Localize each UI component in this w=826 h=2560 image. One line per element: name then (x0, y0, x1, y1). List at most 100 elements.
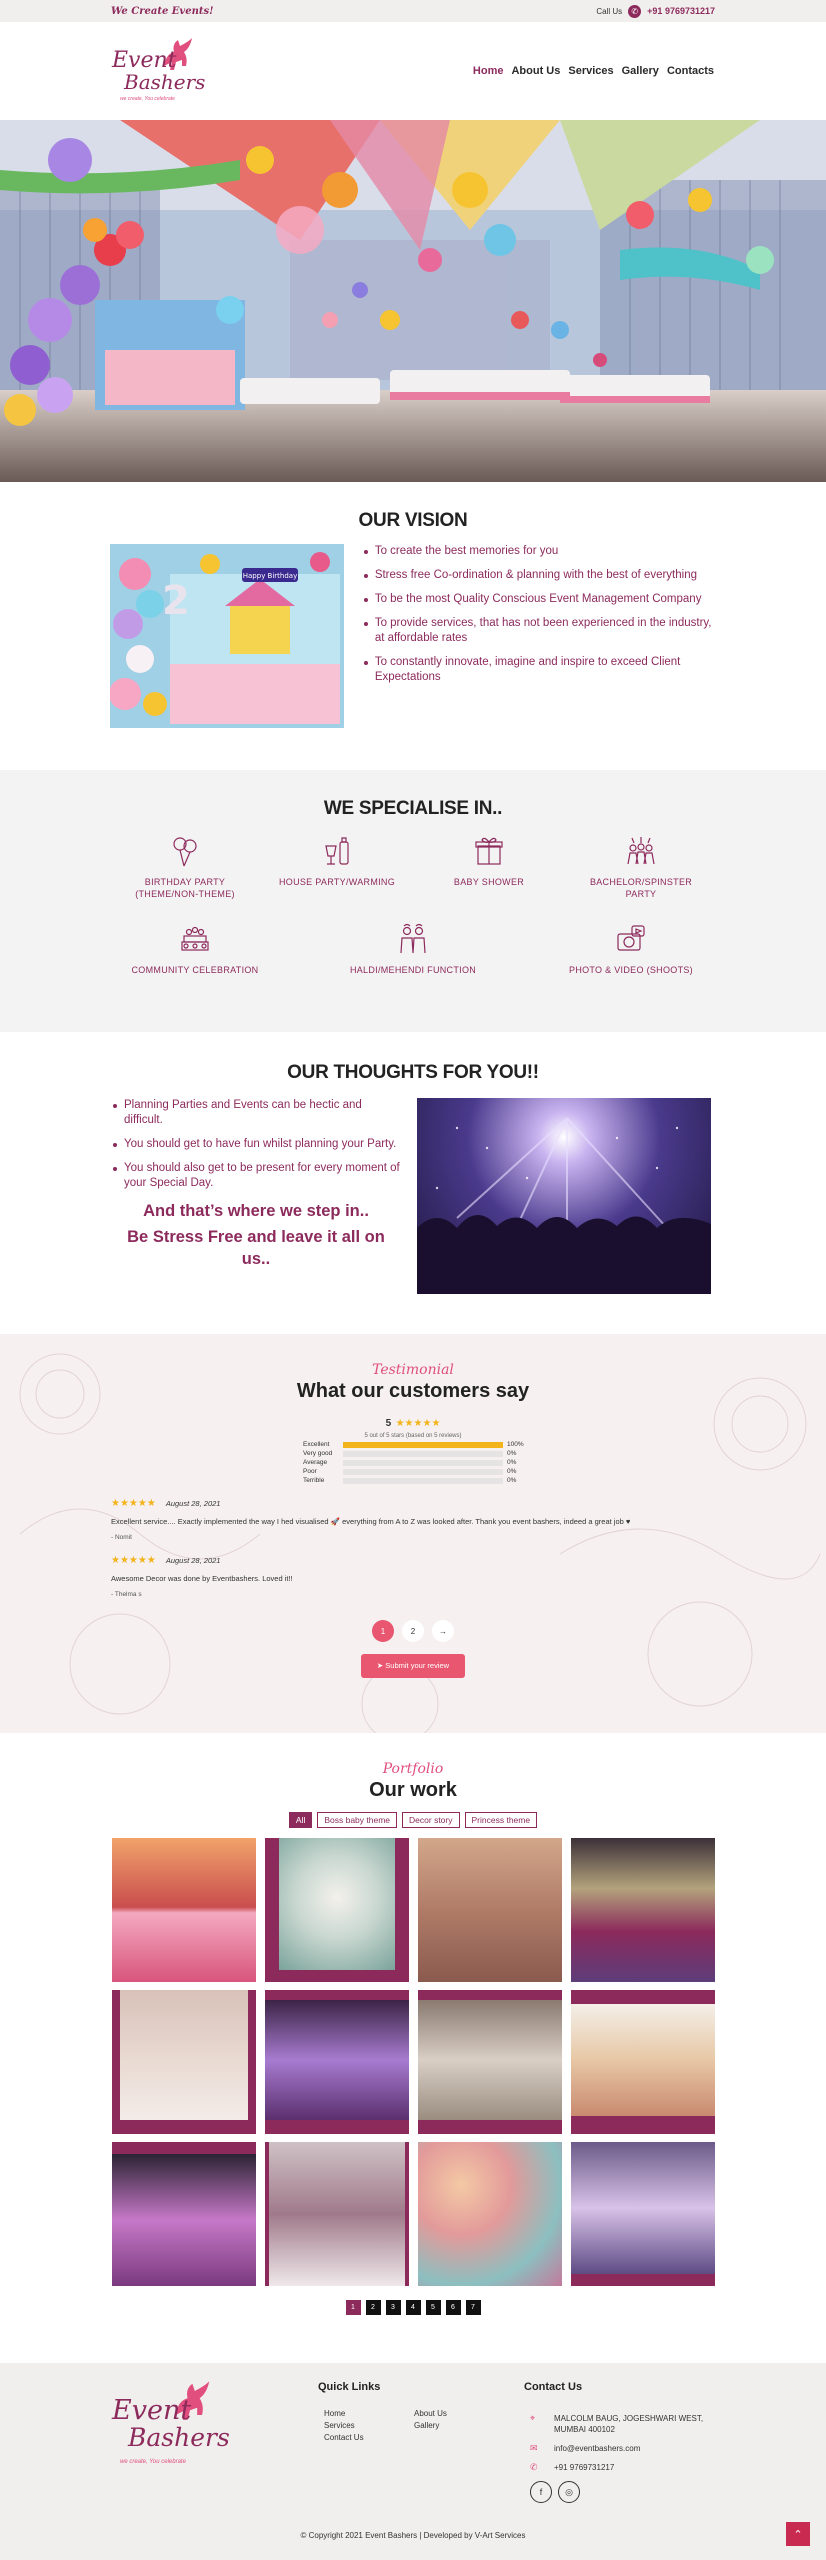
portfolio-tile[interactable] (417, 2142, 562, 2286)
review-text: Awesome Decor was done by Eventbashers. … (111, 1574, 293, 1583)
footer-link-about[interactable]: About Us (414, 2409, 494, 2418)
service-birthday[interactable]: BIRTHDAY PARTY (THEME/NON-THEME) (120, 834, 250, 900)
portfolio-grid (0, 1838, 826, 2286)
send-icon: ➤ (376, 1661, 384, 1670)
service-label: BABY SHOWER (453, 877, 525, 887)
filter-boss-baby[interactable]: Boss baby theme (317, 1812, 398, 1828)
vision-point: To create the best memories for you (362, 544, 716, 559)
vision-title: OUR VISION (358, 510, 468, 531)
site-header: Event Bashers we create, You celebrate H… (0, 22, 826, 120)
facebook-icon[interactable]: f (530, 2481, 552, 2503)
filter-all[interactable]: All (288, 1812, 313, 1828)
service-label: PHOTO & VIDEO (SHOOTS) (569, 965, 693, 975)
footer-email[interactable]: info@eventbashers.com (554, 2443, 640, 2454)
thoughts-section: OUR THOUGHTS FOR YOU!! Planning Parties … (0, 1032, 826, 1334)
service-bachelor[interactable]: BACHELOR/SPINSTER PARTY (576, 834, 706, 900)
contact-title: Contact Us (524, 2381, 583, 2393)
review-next-page[interactable]: → (432, 1620, 454, 1642)
nav-contacts[interactable]: Contacts (667, 65, 714, 77)
banner-text: Happy Birthday (243, 572, 298, 580)
portfolio-tile[interactable] (417, 1838, 562, 1982)
service-label: BIRTHDAY PARTY (THEME/NON-THEME) (135, 877, 235, 899)
portfolio-tile[interactable] (111, 2142, 256, 2286)
footer-link-contact[interactable]: Contact Us (324, 2433, 414, 2442)
nav-gallery[interactable]: Gallery (622, 65, 659, 77)
top-tagline: We Create Events! (111, 5, 214, 17)
community-icon (181, 926, 209, 951)
portfolio-page-4[interactable]: 4 (405, 2300, 421, 2315)
portfolio-page-6[interactable]: 6 (445, 2300, 461, 2315)
review-item: ★★★★★ August 28, 2021 Awesome Decor was d… (0, 1555, 826, 1598)
submit-review-button[interactable]: ➤ Submit your review (361, 1654, 465, 1678)
footer-logo[interactable]: Event Bashers we create, You celebrate (110, 2381, 230, 2481)
rating-bar-track (343, 1441, 503, 1448)
review-date: August 28, 2021 (165, 1556, 221, 1565)
service-haldi[interactable]: HALDI/MEHENDI FUNCTION (348, 922, 478, 976)
hero-balloon-hall-illustration (0, 120, 826, 482)
portfolio-page-2[interactable]: 2 (365, 2300, 381, 2315)
chevron-up-icon: ⌃ (793, 2528, 803, 2541)
footer-link-gallery[interactable]: Gallery (414, 2421, 494, 2430)
rating-bar-percent: 0% (507, 1477, 517, 1484)
service-baby-shower[interactable]: BABY SHOWER (424, 834, 554, 900)
instagram-icon[interactable]: ◎ (558, 2481, 580, 2503)
birthday-setup-illustration: Happy Birthday 2 (110, 544, 344, 728)
footer-logo-word-2: Bashers (128, 2423, 230, 2452)
top-bar: We Create Events! Call Us ✆ +91 97697312… (0, 0, 826, 22)
concert-crowd-illustration (417, 1117, 711, 1294)
service-house-party[interactable]: HOUSE PARTY/WARMING (272, 834, 402, 900)
nav-about[interactable]: About Us (511, 65, 560, 77)
testimonial-title: What our customers say (296, 1380, 530, 1402)
review-author: - Nomit (111, 1534, 132, 1541)
vision-point: To provide services, that has not been e… (362, 616, 716, 646)
review-item: ★★★★★ August 28, 2021 Excellent service..… (0, 1498, 826, 1541)
review-author: - Thelma s (111, 1591, 142, 1598)
rating-bar-percent: 100% (507, 1441, 524, 1448)
portfolio-page-7[interactable]: 7 (465, 2300, 481, 2315)
portfolio-tile[interactable] (264, 1990, 409, 2134)
portfolio-page-3[interactable]: 3 (385, 2300, 401, 2315)
phone-icon: ✆ (530, 2462, 538, 2472)
portfolio-tile[interactable] (570, 1838, 715, 1982)
nav-services[interactable]: Services (568, 65, 613, 77)
svg-text:2: 2 (162, 578, 190, 624)
portfolio-page-5[interactable]: 5 (425, 2300, 441, 2315)
portfolio-tile[interactable] (570, 2142, 715, 2286)
rating-bar-track (343, 1477, 503, 1484)
thoughts-points: Planning Parties and Events can be hecti… (111, 1098, 401, 1191)
camera-icon (617, 925, 645, 951)
nav-home[interactable]: Home (473, 65, 504, 77)
review-stars-icon: ★★★★★ (111, 1555, 156, 1566)
footer-link-home[interactable]: Home (324, 2409, 414, 2418)
filter-decor-story[interactable]: Decor story (402, 1812, 460, 1828)
rating-bar-row: Poor 0% (303, 1468, 523, 1475)
service-photo-video[interactable]: PHOTO & VIDEO (SHOOTS) (566, 922, 696, 976)
rating-bar-label: Terrible (303, 1477, 325, 1484)
footer-link-services[interactable]: Services (324, 2421, 414, 2430)
portfolio-tile[interactable] (264, 2142, 409, 2286)
rating-bar-fill (343, 1441, 503, 1448)
footer-phone[interactable]: +91 9769731217 (554, 2462, 614, 2473)
footer-logo-tagline: we create, You celebrate (120, 2459, 186, 2465)
portfolio-tile[interactable] (417, 1990, 562, 2134)
mail-icon: ✉ (530, 2443, 538, 2453)
service-community[interactable]: COMMUNITY CELEBRATION (130, 922, 260, 976)
portfolio-page-1[interactable]: 1 (345, 2300, 361, 2315)
thought-point: You should get to have fun whilst planni… (111, 1137, 401, 1152)
top-phone-link[interactable]: +91 9769731217 (647, 6, 715, 16)
vision-section: OUR VISION Happy Birthday 2 To create th… (0, 482, 826, 770)
review-page-2[interactable]: 2 (402, 1620, 424, 1642)
logo-tagline: we create, You celebrate (120, 96, 175, 102)
location-icon: ⌖ (530, 2413, 536, 2423)
phone-icon: ✆ (628, 4, 642, 18)
portfolio-tile[interactable] (570, 1990, 715, 2134)
portfolio-tile[interactable] (111, 1990, 256, 2134)
portfolio-tile[interactable] (111, 1838, 256, 1982)
scroll-to-top-button[interactable]: ⌃ (786, 2522, 810, 2546)
review-page-1[interactable]: 1 (372, 1620, 394, 1642)
rating-bar-row: Excellent 100% (303, 1441, 524, 1448)
site-logo[interactable]: Event Bashers we create, You celebrate (110, 36, 205, 106)
footer-address: MALCOLM BAUG, JOGESHWARI WEST, MUMBAI 40… (554, 2414, 704, 2434)
filter-princess[interactable]: Princess theme (464, 1812, 538, 1828)
portfolio-tile[interactable] (264, 1838, 409, 1982)
